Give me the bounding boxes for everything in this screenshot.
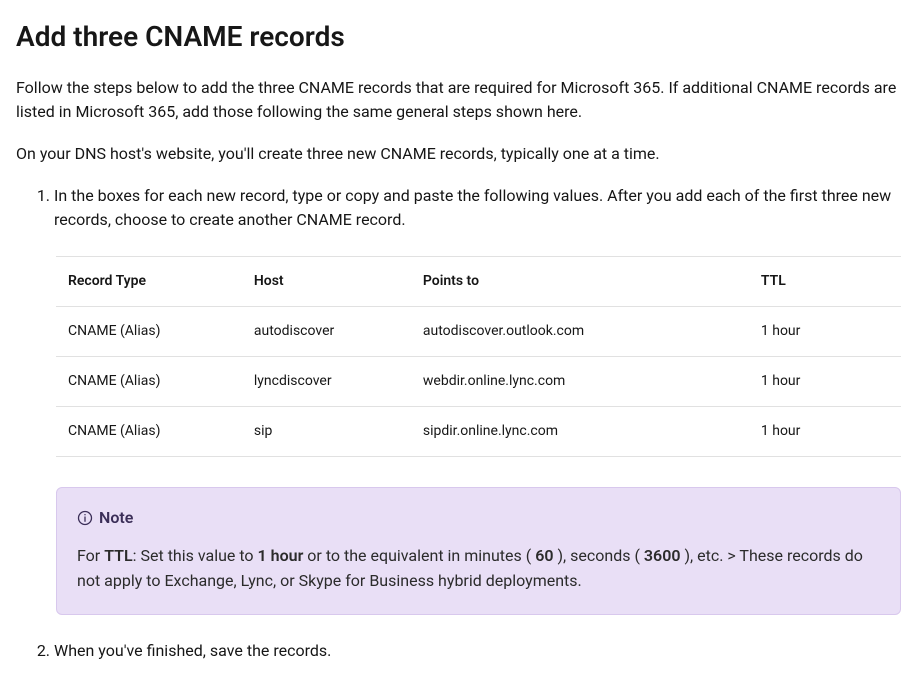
note-header: Note	[77, 506, 880, 530]
header-record-type: Record Type	[56, 257, 242, 307]
cell-host: sip	[242, 407, 411, 457]
cell-points: sipdir.online.lync.com	[411, 407, 749, 457]
note-text: or to the equivalent in minutes (	[303, 546, 535, 565]
note-text: For	[77, 546, 104, 565]
steps-list: In the boxes for each new record, type o…	[16, 184, 901, 232]
header-ttl: TTL	[749, 257, 901, 307]
cell-ttl: 1 hour	[749, 307, 901, 357]
cell-ttl: 1 hour	[749, 407, 901, 457]
table-row: CNAME (Alias) sip sipdir.online.lync.com…	[56, 407, 901, 457]
intro-paragraph-1: Follow the steps below to add the three …	[16, 76, 901, 124]
cell-host: autodiscover	[242, 307, 411, 357]
note-body: For TTL: Set this value to 1 hour or to …	[77, 544, 880, 594]
note-text: ), seconds (	[553, 546, 643, 565]
header-points-to: Points to	[411, 257, 749, 307]
note-text: : Set this value to	[133, 546, 258, 565]
cell-type: CNAME (Alias)	[56, 407, 242, 457]
steps-list-cont: When you've finished, save the records.	[16, 639, 901, 663]
cell-type: CNAME (Alias)	[56, 357, 242, 407]
info-icon	[77, 510, 93, 526]
page-heading: Add three CNAME records	[16, 16, 901, 58]
note-3600-strong: 3600	[644, 546, 681, 565]
step-1: In the boxes for each new record, type o…	[54, 184, 901, 232]
cell-host: lyncdiscover	[242, 357, 411, 407]
table-row: CNAME (Alias) lyncdiscover webdir.online…	[56, 357, 901, 407]
note-60-strong: 60	[535, 546, 553, 565]
cell-type: CNAME (Alias)	[56, 307, 242, 357]
note-ttl-strong: TTL	[104, 546, 132, 565]
note-1hour-strong: 1 hour	[258, 546, 304, 565]
cname-table-container: Record Type Host Points to TTL CNAME (Al…	[56, 256, 901, 457]
header-host: Host	[242, 257, 411, 307]
table-header-row: Record Type Host Points to TTL	[56, 257, 901, 307]
cell-points: autodiscover.outlook.com	[411, 307, 749, 357]
cell-points: webdir.online.lync.com	[411, 357, 749, 407]
note-callout: Note For TTL: Set this value to 1 hour o…	[56, 487, 901, 615]
step-2: When you've finished, save the records.	[54, 639, 901, 663]
cell-ttl: 1 hour	[749, 357, 901, 407]
table-row: CNAME (Alias) autodiscover autodiscover.…	[56, 307, 901, 357]
cname-table: Record Type Host Points to TTL CNAME (Al…	[56, 256, 901, 457]
intro-paragraph-2: On your DNS host's website, you'll creat…	[16, 142, 901, 166]
note-label: Note	[99, 506, 133, 530]
